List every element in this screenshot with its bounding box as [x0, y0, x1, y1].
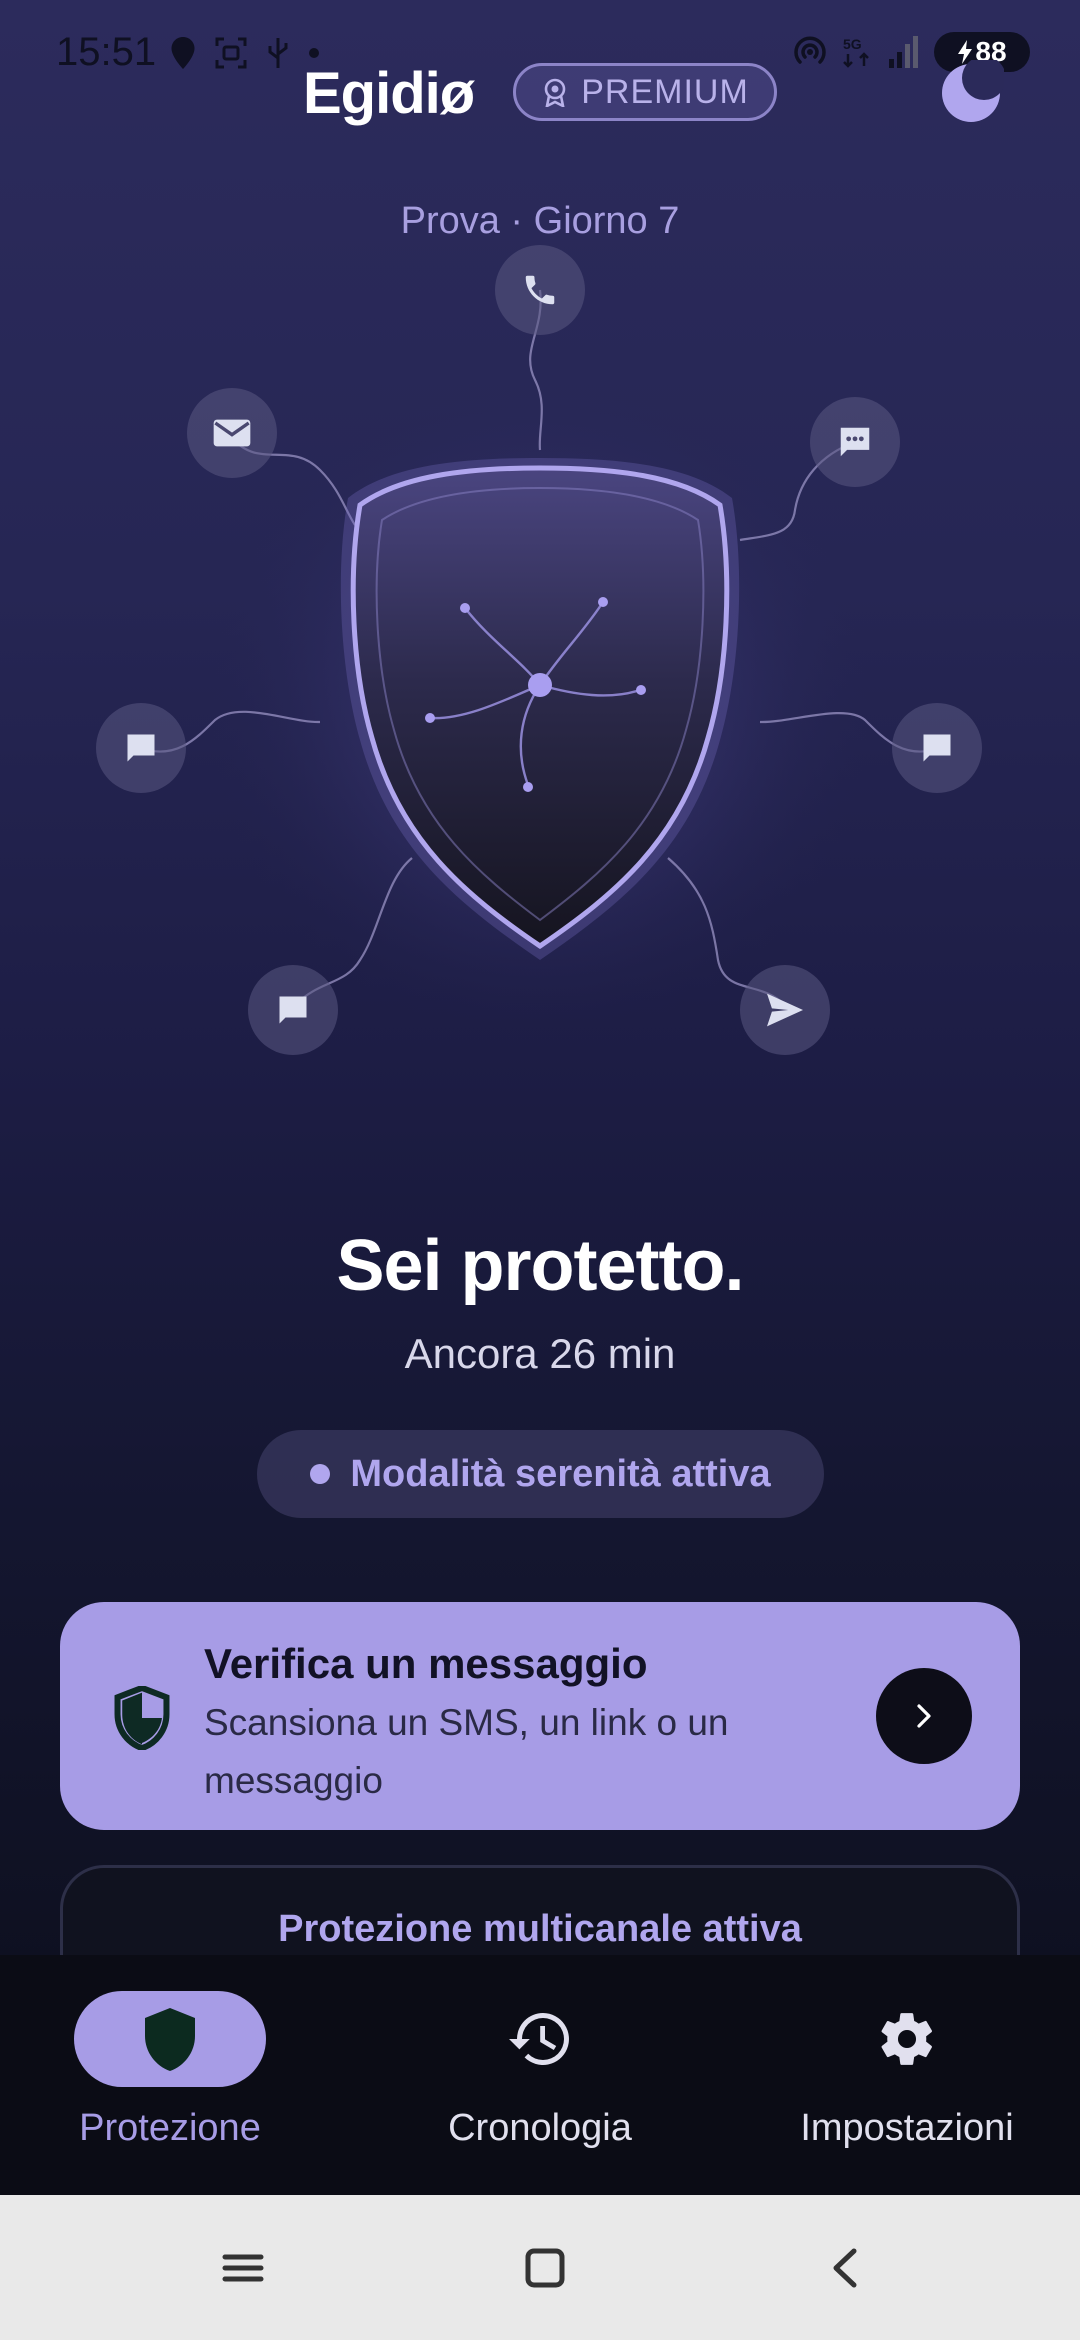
phone-icon: [525, 275, 555, 305]
channel-send: [740, 965, 830, 1055]
serenity-mode-label: Modalità serenità attiva: [350, 1452, 771, 1495]
app-title: Egidiø: [303, 61, 475, 126]
verify-description: Scansiona un SMS, un link o un messaggio: [204, 1702, 729, 1801]
protection-status-heading: Sei protetto.: [336, 1226, 744, 1306]
home-icon[interactable]: [520, 2243, 570, 2293]
app-screen: 15:51 5G 88 Egidiø PREMIUM Prova · Giorn…: [0, 0, 1080, 2340]
channel-message-right: [892, 703, 982, 793]
bottom-navigation: Protezione Cronologia Impostazioni: [0, 1955, 1080, 2195]
shield-icon: [145, 2008, 195, 2071]
svg-text:5G: 5G: [843, 36, 862, 52]
moon-icon[interactable]: [938, 60, 1004, 126]
nav-pill-active: [74, 1991, 266, 2087]
location-icon: [171, 37, 195, 69]
verify-title: Verifica un messaggio: [204, 1640, 648, 1687]
status-dot: [310, 1464, 331, 1484]
history-icon: [509, 2013, 569, 2065]
chevron-right-icon: [917, 1704, 931, 1728]
nav-pill: [444, 1991, 636, 2087]
nav-pill: [811, 1991, 1003, 2087]
channel-message-left: [96, 703, 186, 793]
trial-label: Prova · Giorno 7: [400, 200, 680, 242]
nav-label: Protezione: [79, 2107, 261, 2149]
channel-chat: [810, 397, 900, 487]
nav-item-cronologia[interactable]: Cronologia: [360, 1991, 720, 2161]
screen-record-icon: [215, 37, 247, 69]
multichannel-label: Protezione multicanale attiva: [278, 1908, 802, 1950]
status-icons-left: [170, 36, 320, 70]
remaining-time: Ancora 26 min: [404, 1330, 676, 1377]
serenity-mode-pill[interactable]: Modalità serenità attiva: [257, 1430, 824, 1518]
chat-bubble-icon: [840, 427, 870, 457]
status-time: 15:51: [56, 30, 157, 74]
notification-dot-icon: [309, 48, 319, 58]
channel-email: [187, 388, 277, 478]
hotspot-icon: [794, 36, 826, 64]
channel-message-bottom: [248, 965, 338, 1055]
nav-label: Cronologia: [448, 2107, 632, 2149]
channel-phone: [495, 245, 585, 335]
verify-message-card[interactable]: Verifica un messaggio Scansiona un SMS, …: [60, 1602, 1020, 1830]
message-icon: [127, 734, 155, 762]
premium-label: PREMIUM: [581, 72, 749, 111]
email-icon: [213, 419, 251, 447]
signal-icon: [889, 36, 918, 68]
nav-label: Impostazioni: [800, 2107, 1014, 2149]
5g-icon: 5G: [843, 36, 869, 68]
nav-item-impostazioni[interactable]: Impostazioni: [727, 1991, 1080, 2161]
shield-graphic: [139, 289, 941, 1040]
premium-badge[interactable]: PREMIUM: [513, 63, 777, 121]
system-navigation-bar: [0, 2195, 1080, 2340]
protection-illustration: [0, 240, 1080, 1100]
back-icon[interactable]: [822, 2243, 872, 2293]
usb-icon: [268, 38, 288, 68]
verify-open-button[interactable]: [876, 1668, 972, 1764]
shield-check-icon: [114, 1686, 170, 1750]
award-icon: [544, 78, 566, 107]
send-icon: [767, 993, 803, 1027]
nav-item-protezione[interactable]: Protezione: [0, 1991, 350, 2161]
message-icon: [279, 996, 307, 1024]
gear-icon: [881, 2013, 933, 2065]
message-icon: [923, 734, 951, 762]
recent-apps-icon[interactable]: [218, 2243, 268, 2293]
